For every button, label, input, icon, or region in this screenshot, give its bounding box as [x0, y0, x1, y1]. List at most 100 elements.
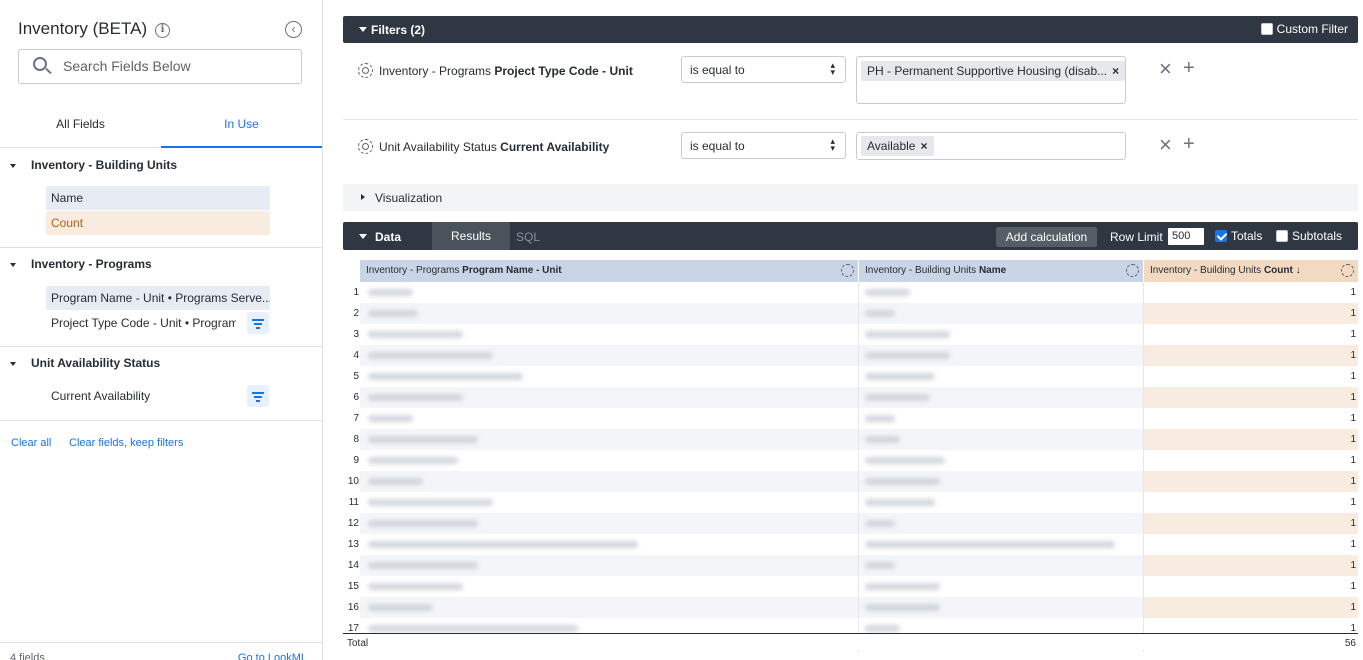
go-to-lookml-link[interactable]: Go to LookML — [238, 652, 307, 660]
column-header-count[interactable]: Inventory - Building Units Count ↓ — [1143, 260, 1358, 282]
add-filter-icon[interactable]: + — [1183, 133, 1195, 156]
table-row: 14 1 — [343, 555, 1358, 576]
unit-name-cell[interactable] — [859, 555, 1143, 576]
program-name-cell[interactable] — [360, 492, 858, 513]
checkbox[interactable] — [1276, 230, 1288, 242]
column-header-program-name[interactable]: Inventory - Programs Program Name - Unit — [360, 260, 858, 282]
remove-chip-icon[interactable]: × — [1112, 64, 1119, 78]
program-name-cell[interactable] — [360, 408, 858, 429]
tab-in-use[interactable]: In Use — [161, 108, 322, 148]
remove-filter-icon[interactable]: × — [1159, 132, 1172, 158]
program-name-cell[interactable] — [360, 534, 858, 555]
checkbox[interactable] — [1215, 230, 1227, 242]
filter-icon[interactable] — [247, 312, 269, 334]
unit-name-cell[interactable] — [859, 282, 1143, 303]
program-name-cell[interactable] — [360, 324, 858, 345]
count-cell[interactable]: 1 — [1144, 534, 1358, 555]
count-cell[interactable]: 1 — [1144, 303, 1358, 324]
gear-icon[interactable] — [1341, 264, 1354, 277]
checkbox[interactable] — [1260, 23, 1273, 35]
row-limit-input[interactable]: 500 — [1168, 228, 1204, 245]
clear-fields-link[interactable]: Clear fields, keep filters — [69, 437, 183, 449]
count-cell[interactable]: 1 — [1144, 576, 1358, 597]
program-name-cell[interactable] — [360, 366, 858, 387]
unit-name-cell[interactable] — [859, 303, 1143, 324]
unit-name-cell[interactable] — [859, 387, 1143, 408]
unit-name-cell[interactable] — [859, 576, 1143, 597]
unit-name-cell[interactable] — [859, 597, 1143, 618]
column-header-unit-name[interactable]: Inventory - Building Units Name — [858, 260, 1143, 282]
count-cell[interactable]: 1 — [1144, 513, 1358, 534]
unit-name-cell[interactable] — [859, 408, 1143, 429]
data-title[interactable]: Data — [375, 230, 401, 244]
field-count[interactable]: Count — [46, 211, 270, 235]
count-cell[interactable]: 1 — [1144, 366, 1358, 387]
filters-section-header[interactable]: Filters (2) Custom Filter — [343, 16, 1358, 43]
count-cell[interactable]: 1 — [1144, 450, 1358, 471]
operator-select[interactable]: is equal to ▴ ▾ — [681, 132, 846, 159]
program-name-cell[interactable] — [360, 429, 858, 450]
filter-icon[interactable] — [247, 385, 269, 407]
program-name-cell[interactable] — [360, 387, 858, 408]
unit-name-cell[interactable] — [859, 429, 1143, 450]
custom-filter-toggle[interactable]: Custom Filter — [1260, 22, 1348, 36]
filter-value-input[interactable]: Available × — [856, 132, 1126, 160]
program-name-cell[interactable] — [360, 282, 858, 303]
search-input[interactable] — [63, 58, 283, 74]
unit-name-cell[interactable] — [859, 492, 1143, 513]
tab-sql[interactable]: SQL — [516, 230, 540, 244]
unit-name-cell[interactable] — [859, 513, 1143, 534]
group-header-programs[interactable]: Inventory - Programs — [10, 257, 152, 271]
count-cell[interactable]: 1 — [1144, 597, 1358, 618]
unit-name-cell[interactable] — [859, 324, 1143, 345]
unit-name-cell[interactable] — [859, 345, 1143, 366]
tab-all-fields[interactable]: All Fields — [0, 108, 161, 148]
program-name-cell[interactable] — [360, 513, 858, 534]
group-header-building-units[interactable]: Inventory - Building Units — [10, 158, 177, 172]
program-name-cell[interactable] — [360, 471, 858, 492]
program-name-cell[interactable] — [360, 555, 858, 576]
count-cell[interactable]: 1 — [1144, 408, 1358, 429]
count-cell[interactable]: 1 — [1144, 324, 1358, 345]
gear-icon[interactable] — [358, 139, 373, 154]
gear-icon[interactable] — [841, 264, 854, 277]
field-program-name[interactable]: Program Name - Unit • Programs Serve... — [46, 286, 270, 310]
program-name-cell[interactable] — [360, 597, 858, 618]
program-name-cell[interactable] — [360, 345, 858, 366]
filter-value-input[interactable]: PH - Permanent Supportive Housing (disab… — [856, 56, 1126, 104]
remove-filter-icon[interactable]: × — [1159, 56, 1172, 82]
count-cell[interactable]: 1 — [1144, 471, 1358, 492]
count-cell[interactable]: 1 — [1144, 555, 1358, 576]
count-cell[interactable]: 1 — [1144, 282, 1358, 303]
visualization-section-header[interactable]: Visualization — [343, 184, 1358, 211]
count-cell[interactable]: 1 — [1144, 387, 1358, 408]
info-icon[interactable]: i — [155, 23, 170, 38]
clear-all-link[interactable]: Clear all — [11, 437, 51, 449]
program-name-cell[interactable] — [360, 576, 858, 597]
group-header-availability[interactable]: Unit Availability Status — [10, 356, 160, 370]
operator-select[interactable]: is equal to ▴ ▾ — [681, 56, 846, 83]
add-filter-icon[interactable]: + — [1183, 57, 1195, 80]
gear-icon[interactable] — [358, 63, 373, 78]
add-calculation-button[interactable]: Add calculation — [996, 227, 1097, 247]
collapse-panel-icon[interactable]: ‹ — [285, 21, 302, 38]
unit-name-cell[interactable] — [859, 471, 1143, 492]
program-name-cell[interactable] — [360, 450, 858, 471]
field-current-availability[interactable]: Current Availability — [46, 384, 236, 408]
subtotals-toggle[interactable]: Subtotals — [1276, 229, 1342, 243]
tab-results[interactable]: Results — [432, 222, 510, 250]
field-search[interactable] — [18, 49, 302, 84]
count-cell[interactable]: 1 — [1144, 492, 1358, 513]
unit-name-cell[interactable] — [859, 450, 1143, 471]
unit-name-cell[interactable] — [859, 534, 1143, 555]
gear-icon[interactable] — [1126, 264, 1139, 277]
unit-name-cell[interactable] — [859, 366, 1143, 387]
count-cell[interactable]: 1 — [1144, 429, 1358, 450]
program-name-cell[interactable] — [360, 303, 858, 324]
count-cell[interactable]: 1 — [1144, 345, 1358, 366]
chevron-down-icon[interactable] — [359, 234, 367, 239]
field-project-type-code[interactable]: Project Type Code - Unit • Program... — [46, 311, 236, 335]
remove-chip-icon[interactable]: × — [920, 139, 927, 153]
field-name[interactable]: Name — [46, 186, 270, 210]
totals-toggle[interactable]: Totals — [1215, 229, 1262, 243]
